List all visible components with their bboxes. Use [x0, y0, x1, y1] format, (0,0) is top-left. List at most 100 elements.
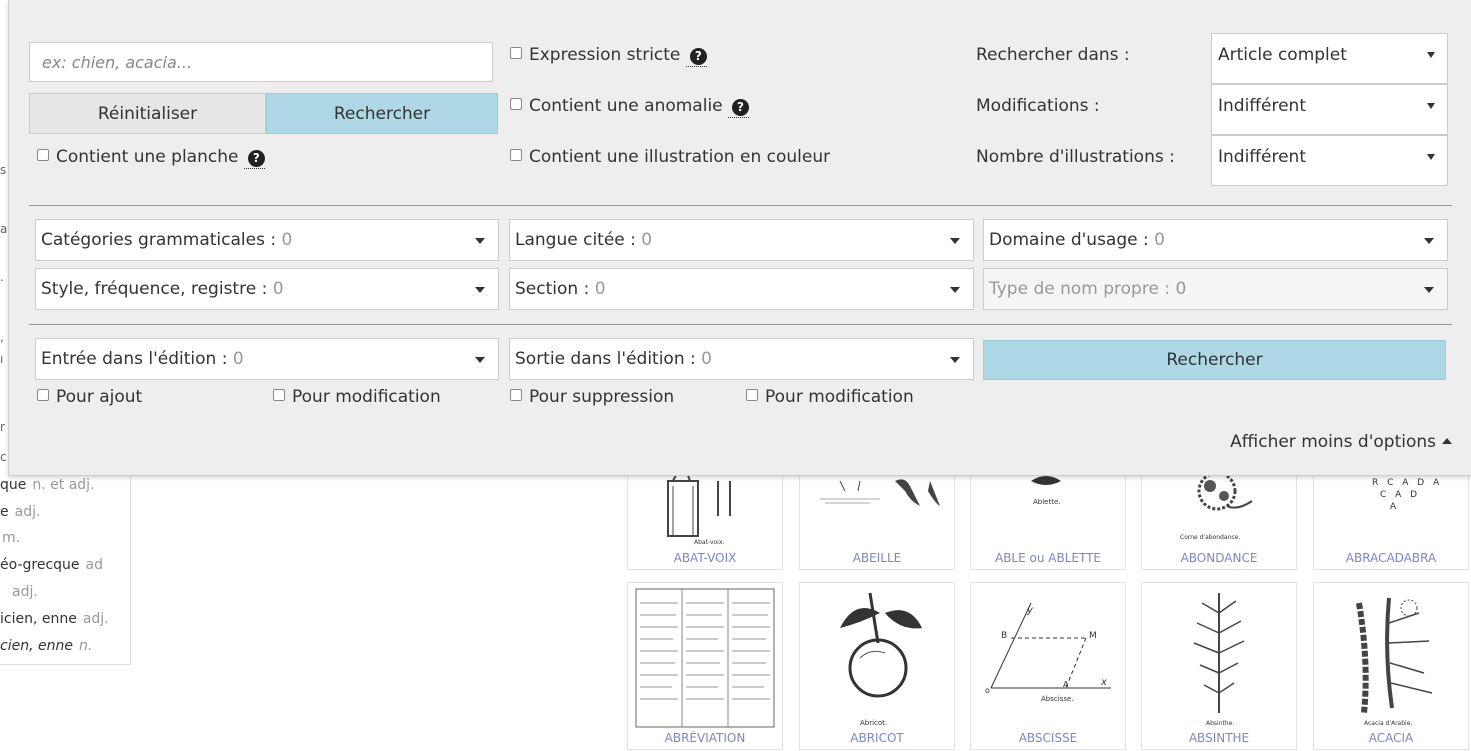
- for-deletion-checkbox[interactable]: Pour suppression: [510, 387, 674, 407]
- list-item-pos: n. et adj.: [32, 477, 95, 493]
- thumbnail-label[interactable]: ABRACADABRA: [1314, 551, 1468, 565]
- question-icon[interactable]: ?: [732, 99, 750, 116]
- modifications-select[interactable]: Indifférent: [1211, 84, 1448, 135]
- color-illustration-checkbox[interactable]: Contient une illustration en couleur: [510, 147, 830, 167]
- checkbox-label: Pour ajout: [56, 387, 143, 407]
- proper-name-type-dropdown[interactable]: Type de nom propre : 0: [983, 268, 1448, 310]
- list-item-pos: ad: [85, 557, 103, 573]
- list-item[interactable]: éo-grecque ad: [0, 557, 103, 573]
- thumbnail-label[interactable]: ABAT-VOIX: [628, 551, 782, 565]
- list-item-word: que: [0, 477, 27, 493]
- list-item[interactable]: e adj.: [0, 504, 40, 520]
- usage-domain-dropdown[interactable]: Domaine d'usage : 0: [983, 219, 1448, 261]
- checkbox-box[interactable]: [273, 389, 285, 401]
- thumbnail-card[interactable]: Acacia d'Arabie. ACACIA: [1313, 582, 1469, 750]
- show-less-options-link[interactable]: Afficher moins d'options: [1230, 432, 1452, 452]
- cited-language-dropdown[interactable]: Langue citée : 0: [509, 219, 974, 261]
- list-item-word: cien, enne: [0, 638, 73, 654]
- thumbnail-caption: Ablette.: [1033, 498, 1061, 506]
- select-value: Indifférent: [1218, 147, 1306, 167]
- search-in-label: Rechercher dans :: [976, 45, 1130, 65]
- dropdown-label: Sortie dans l'édition :: [515, 349, 696, 369]
- thumbnail-label[interactable]: ABSCISSE: [971, 731, 1125, 745]
- entry-edition-dropdown[interactable]: Entrée dans l'édition : 0: [35, 338, 499, 380]
- svg-text:R C A D A: R C A D A: [1372, 478, 1442, 488]
- thumbnail-label[interactable]: ABSINTHE: [1142, 731, 1296, 745]
- checkbox-label: Pour modification: [292, 387, 441, 407]
- thumbnail-label[interactable]: ABONDANCE: [1142, 551, 1296, 565]
- list-fragment: r: [0, 420, 5, 434]
- caret-down-icon[interactable]: [937, 220, 973, 260]
- list-item[interactable]: que n. et adj.: [0, 477, 95, 493]
- list-item-pos: n.: [78, 638, 93, 654]
- thumbnail-caption: Abscisse.: [1041, 695, 1074, 703]
- section-dropdown[interactable]: Section : 0: [509, 268, 974, 310]
- thumbnail-card[interactable]: ABRÉVIATION: [627, 582, 783, 750]
- checkbox-box[interactable]: [37, 389, 49, 401]
- caret-down-icon[interactable]: [937, 269, 973, 309]
- list-item[interactable]: m.: [0, 530, 20, 546]
- search-in-select[interactable]: Article complet: [1211, 33, 1448, 84]
- checkbox-label: Expression stricte: [529, 45, 681, 65]
- checkbox-box[interactable]: [37, 149, 49, 161]
- thumbnail-card[interactable]: B M y x o A Abscisse. ABSCISSE: [970, 582, 1126, 750]
- help-tooltip[interactable]: ?: [685, 45, 707, 67]
- illustrations-select[interactable]: Indifférent: [1211, 135, 1448, 186]
- list-item-pos: m.: [2, 530, 21, 546]
- checkbox-box[interactable]: [746, 389, 758, 401]
- thumbnail-card[interactable]: Absinthe. ABSINTHE: [1141, 582, 1297, 750]
- reset-button[interactable]: Réinitialiser: [29, 93, 266, 134]
- dropdown-label: Style, fréquence, registre :: [41, 279, 268, 299]
- dropdown-label: Catégories grammaticales :: [41, 230, 277, 250]
- list-item[interactable]: cien, enne n.: [0, 638, 92, 654]
- dropdown-label: Entrée dans l'édition :: [41, 349, 228, 369]
- caret-down-icon[interactable]: [462, 339, 498, 379]
- search-button[interactable]: Rechercher: [266, 93, 498, 134]
- search-input[interactable]: ex: chien, acacia...: [29, 42, 493, 82]
- entry-for-modification-checkbox[interactable]: Pour modification: [273, 387, 441, 407]
- thumbnail-label[interactable]: ABEILLE: [800, 551, 954, 565]
- caret-down-icon[interactable]: [1411, 220, 1447, 260]
- question-icon[interactable]: ?: [247, 150, 265, 167]
- dropdown-count: 0: [1175, 279, 1187, 299]
- thumbnail-label[interactable]: ACACIA: [1314, 731, 1468, 745]
- help-tooltip[interactable]: ?: [728, 96, 750, 118]
- thumbnail-card[interactable]: Abricot. ABRICOT: [799, 582, 955, 750]
- list-item[interactable]: icien, enne adj.: [0, 611, 109, 627]
- list-item-word: éo-grecque: [0, 557, 80, 573]
- thumbnail-label[interactable]: ABRICOT: [800, 731, 954, 745]
- thumbnail-label[interactable]: ABLE ou ABLETTE: [971, 551, 1125, 565]
- grammatical-categories-dropdown[interactable]: Catégories grammaticales : 0: [35, 219, 499, 261]
- checkbox-label: Contient une anomalie: [529, 96, 723, 116]
- search-placeholder: ex: chien, acacia...: [42, 53, 193, 72]
- exit-edition-dropdown[interactable]: Sortie dans l'édition : 0: [509, 338, 974, 380]
- list-fragment: .: [0, 270, 4, 284]
- strict-expression-checkbox[interactable]: Expression stricte ?: [510, 45, 707, 67]
- anomaly-checkbox[interactable]: Contient une anomalie ?: [510, 96, 750, 118]
- checkbox-box[interactable]: [510, 47, 522, 59]
- question-icon[interactable]: ?: [689, 48, 707, 65]
- help-tooltip[interactable]: ?: [243, 147, 265, 169]
- search-submit-button[interactable]: Rechercher: [983, 340, 1446, 380]
- style-frequency-dropdown[interactable]: Style, fréquence, registre : 0: [35, 268, 499, 310]
- caret-down-icon[interactable]: [462, 269, 498, 309]
- dropdown-count: 0: [641, 230, 653, 250]
- caret-down-icon[interactable]: [937, 339, 973, 379]
- advanced-search-panel: ex: chien, acacia... Réinitialiser Reche…: [8, 0, 1471, 476]
- caret-down-icon[interactable]: [462, 220, 498, 260]
- list-item[interactable]: adj.: [0, 584, 38, 600]
- svg-text:M: M: [1089, 631, 1097, 641]
- caret-down-icon[interactable]: [1411, 269, 1447, 309]
- svg-text:B: B: [1001, 631, 1007, 641]
- select-value: Article complet: [1218, 45, 1347, 65]
- checkbox-box[interactable]: [510, 98, 522, 110]
- thumbnail-caption: Abricot.: [860, 719, 887, 727]
- checkbox-box[interactable]: [510, 149, 522, 161]
- for-addition-checkbox[interactable]: Pour ajout: [37, 387, 142, 407]
- show-less-label: Afficher moins d'options: [1230, 432, 1436, 452]
- thumbnail-label[interactable]: ABRÉVIATION: [628, 731, 782, 745]
- plate-checkbox[interactable]: Contient une planche ?: [37, 147, 265, 169]
- exit-for-modification-checkbox[interactable]: Pour modification: [746, 387, 914, 407]
- checkbox-box[interactable]: [510, 389, 522, 401]
- list-fragment: s: [0, 163, 7, 177]
